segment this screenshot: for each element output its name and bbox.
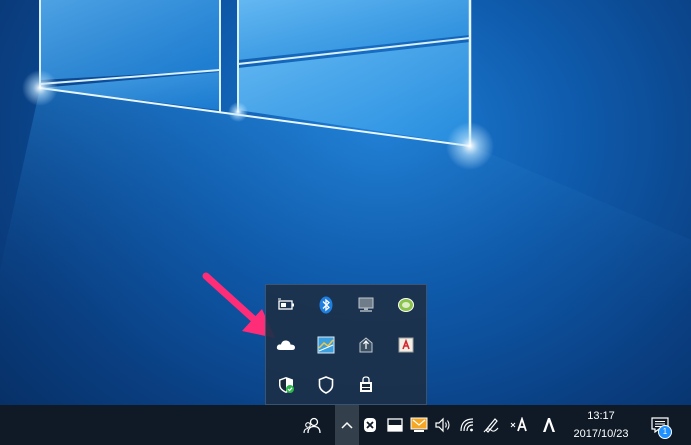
windows-defender-icon[interactable] <box>274 373 298 397</box>
notification-count-badge: 1 <box>658 425 672 439</box>
onedrive-cloud-icon[interactable] <box>274 333 298 357</box>
touch-keyboard-icon[interactable] <box>384 405 406 445</box>
volume-icon[interactable] <box>432 405 454 445</box>
bluetooth-icon[interactable] <box>314 293 338 317</box>
pen-workspace-icon[interactable] <box>480 405 502 445</box>
people-icon[interactable] <box>300 405 324 445</box>
show-hidden-icons-chevron[interactable] <box>335 405 359 445</box>
battery-power-icon[interactable] <box>274 293 298 317</box>
safely-remove-hardware-icon[interactable] <box>354 333 378 357</box>
adobe-updater-icon[interactable] <box>394 333 418 357</box>
display-settings-icon[interactable] <box>354 293 378 317</box>
ime-mode-icon[interactable] <box>508 405 530 445</box>
adobe-creative-cloud-icon[interactable] <box>538 405 560 445</box>
printer-lock-icon[interactable] <box>354 373 378 397</box>
clock-date: 2017/10/23 <box>573 428 629 440</box>
action-center-icon[interactable]: 1 <box>646 405 674 445</box>
hidden-icons-tray-overflow <box>265 284 427 405</box>
taskbar: 13:17 2017/10/23 1 <box>0 405 691 445</box>
wifi-icon[interactable] <box>456 405 478 445</box>
green-chat-app-icon[interactable] <box>394 293 418 317</box>
notification-app-icon[interactable] <box>408 405 430 445</box>
xbox-icon[interactable] <box>360 405 380 445</box>
clock-time: 13:17 <box>587 410 615 422</box>
system-clock[interactable]: 13:17 2017/10/23 <box>566 407 636 443</box>
shield-security-icon[interactable] <box>314 373 338 397</box>
network-map-app-icon[interactable] <box>314 333 338 357</box>
